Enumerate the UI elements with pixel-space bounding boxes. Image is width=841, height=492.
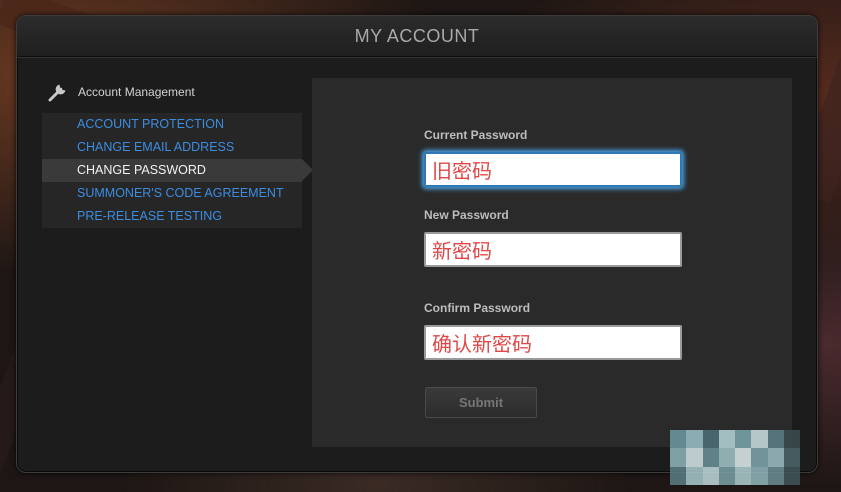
title-bar: MY ACCOUNT <box>17 16 817 57</box>
change-password-form: Current Password New Password Confirm Pa… <box>312 78 792 447</box>
submit-button[interactable]: Submit <box>425 387 537 418</box>
nav-item-change-password[interactable]: CHANGE PASSWORD <box>42 159 313 182</box>
account-nav: ACCOUNT PROTECTION CHANGE EMAIL ADDRESS … <box>42 113 313 228</box>
new-password-field[interactable] <box>424 232 682 267</box>
confirm-password-label: Confirm Password <box>424 301 531 315</box>
nav-item-summoners-code[interactable]: SUMMONER'S CODE AGREEMENT <box>42 182 302 205</box>
current-password-field[interactable] <box>424 152 682 187</box>
new-password-label: New Password <box>424 208 509 222</box>
confirm-password-field[interactable] <box>424 325 682 360</box>
pixelated-watermark <box>670 430 800 485</box>
sidebar: Account Management ACCOUNT PROTECTION CH… <box>42 78 313 228</box>
sidebar-header-label: Account Management <box>78 85 195 99</box>
nav-item-account-protection[interactable]: ACCOUNT PROTECTION <box>42 113 302 136</box>
nav-item-change-email[interactable]: CHANGE EMAIL ADDRESS <box>42 136 302 159</box>
wrench-icon <box>46 80 70 104</box>
current-password-label: Current Password <box>424 128 528 142</box>
sidebar-header: Account Management <box>42 78 302 106</box>
window-title: MY ACCOUNT <box>354 26 480 46</box>
nav-item-pre-release-testing[interactable]: PRE-RELEASE TESTING <box>42 205 302 228</box>
account-window: MY ACCOUNT Account Management ACCOUNT PR… <box>16 15 818 473</box>
